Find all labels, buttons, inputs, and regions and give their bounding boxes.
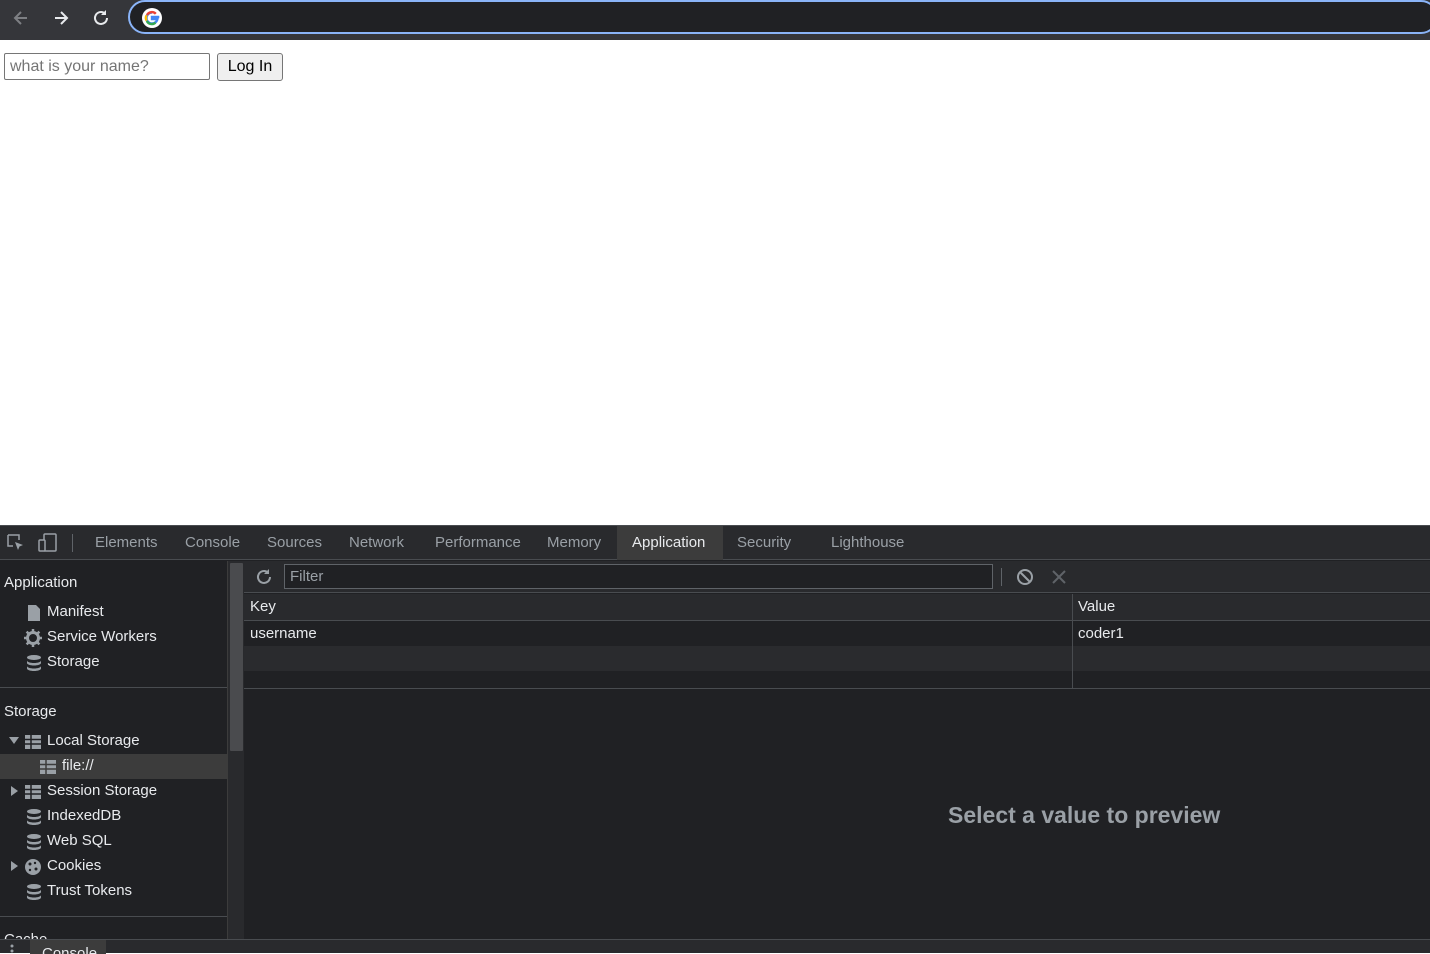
arrow-right-icon: [55, 11, 69, 25]
sidebar-item-session-storage[interactable]: Session Storage: [0, 779, 227, 804]
section-header-storage: Storage: [4, 703, 57, 720]
sidebar-item-label: Service Workers: [47, 628, 157, 645]
table-icon: [25, 735, 41, 749]
sidebar-item-storage[interactable]: Storage: [0, 650, 227, 675]
devtools-drawer: Console: [0, 939, 1430, 954]
log-in-button[interactable]: Log In: [217, 53, 283, 81]
forward-button[interactable]: [45, 4, 77, 32]
devtools-panel: Elements Console Sources Network Perform…: [0, 525, 1430, 954]
column-divider[interactable]: [1072, 594, 1073, 689]
page-viewport: Log In: [0, 40, 1430, 525]
devtools-tab-bar: Elements Console Sources Network Perform…: [0, 526, 1430, 560]
browser-toolbar: [0, 0, 1430, 40]
sidebar-item-label: Web SQL: [47, 832, 112, 849]
tab-lighthouse[interactable]: Lighthouse: [821, 526, 914, 560]
back-button[interactable]: [5, 4, 37, 32]
tab-network[interactable]: Network: [339, 526, 414, 560]
database-icon: [27, 655, 41, 671]
sidebar-item-label: Trust Tokens: [47, 882, 133, 899]
google-g-icon: [142, 8, 162, 28]
cookie-icon: [25, 859, 41, 875]
sidebar-item-label: IndexedDB: [47, 807, 122, 824]
gear-icon: [24, 629, 42, 647]
collapsed-arrow-icon[interactable]: [10, 786, 20, 796]
database-icon: [27, 834, 41, 850]
table-icon: [40, 760, 56, 774]
storage-toolbar: [244, 561, 1430, 593]
sidebar-item-label: Manifest: [47, 603, 104, 620]
tab-elements[interactable]: Elements: [85, 526, 168, 560]
name-input[interactable]: [4, 53, 210, 80]
block-icon[interactable]: [1015, 567, 1035, 587]
table-row-empty[interactable]: [244, 671, 1430, 689]
application-sidebar: Application Manifest Service Workers Sto…: [0, 561, 227, 941]
table-header: Key Value: [244, 594, 1430, 621]
database-icon: [27, 884, 41, 900]
scrollbar-thumb[interactable]: [230, 563, 243, 751]
table-icon: [25, 785, 41, 799]
database-icon: [27, 809, 41, 825]
file-icon: [28, 605, 40, 621]
table-row[interactable]: username coder1: [244, 621, 1430, 646]
sidebar-item-label: Session Storage: [47, 782, 158, 799]
expanded-arrow-icon[interactable]: [9, 736, 19, 746]
reload-icon: [94, 10, 108, 25]
sidebar-item-web-sql[interactable]: Web SQL: [0, 829, 227, 854]
sidebar-item-label: Local Storage: [47, 732, 140, 749]
local-storage-table: Key Value username coder1: [244, 594, 1430, 689]
table-row-empty[interactable]: [244, 646, 1430, 671]
sidebar-divider: [0, 687, 227, 688]
refresh-icon[interactable]: [254, 567, 274, 587]
tab-application[interactable]: Application: [617, 526, 723, 560]
tab-sources[interactable]: Sources: [257, 526, 332, 560]
preview-placeholder: Select a value to preview: [948, 802, 1221, 828]
sidebar-divider: [0, 916, 227, 917]
sidebar-item-label: file://: [62, 757, 94, 774]
sidebar-item-manifest[interactable]: Manifest: [0, 600, 227, 625]
sidebar-item-indexeddb[interactable]: IndexedDB: [0, 804, 227, 829]
sidebar-item-label: Cookies: [47, 857, 102, 874]
sidebar-item-cookies[interactable]: Cookies: [0, 854, 227, 879]
cell-value[interactable]: coder1: [1078, 625, 1124, 642]
section-header-application: Application: [4, 574, 78, 591]
collapsed-arrow-icon[interactable]: [10, 861, 20, 871]
close-icon[interactable]: [1049, 567, 1069, 587]
tab-performance[interactable]: Performance: [425, 526, 531, 560]
sidebar-item-label: Storage: [47, 653, 100, 670]
reload-button[interactable]: [85, 4, 117, 32]
cell-key[interactable]: username: [250, 625, 317, 642]
tab-console[interactable]: Console: [175, 526, 250, 560]
toolbar-divider: [72, 534, 73, 552]
drawer-tab-label: Console: [42, 945, 98, 954]
tab-security[interactable]: Security: [727, 526, 801, 560]
inspect-element-icon[interactable]: [6, 533, 26, 553]
arrow-left-icon: [13, 11, 27, 25]
column-header-key[interactable]: Key: [250, 598, 276, 615]
address-bar[interactable]: [128, 0, 1430, 34]
filter-input[interactable]: [284, 564, 993, 589]
sidebar-item-service-workers[interactable]: Service Workers: [0, 625, 227, 650]
toolbar-divider: [1001, 568, 1002, 586]
column-header-value[interactable]: Value: [1078, 598, 1115, 615]
more-vert-icon[interactable]: [10, 944, 14, 954]
storage-main-pane: Key Value username coder1 Select a value…: [244, 561, 1430, 941]
sidebar-item-local-storage-file[interactable]: file://: [0, 754, 227, 779]
device-toolbar-icon[interactable]: [38, 533, 58, 553]
sidebar-item-local-storage[interactable]: Local Storage: [0, 729, 227, 754]
sidebar-scrollbar[interactable]: [227, 561, 244, 941]
tab-memory[interactable]: Memory: [537, 526, 611, 560]
sidebar-item-trust-tokens[interactable]: Trust Tokens: [0, 879, 227, 904]
